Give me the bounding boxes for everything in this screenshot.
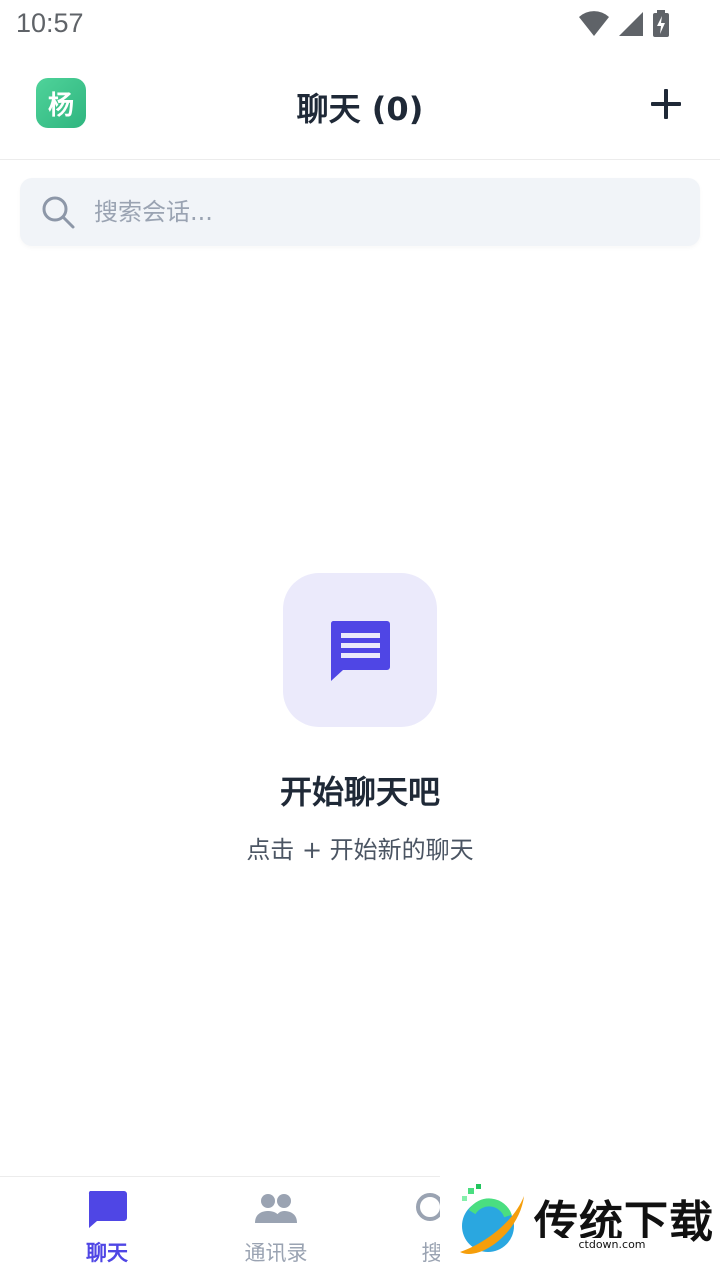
nav-item-contacts[interactable]: 通讯录 [206,1189,346,1267]
page-title: 聊天 (0) [296,90,424,128]
empty-state-title: 开始聊天吧 [279,773,440,811]
search-icon [42,196,75,229]
chat-bubble-icon [330,621,390,681]
nav-label-chat: 聊天 [86,1241,128,1265]
cell-signal-icon [619,12,643,36]
status-icons [578,10,670,38]
search-box[interactable] [20,178,700,246]
battery-charging-icon [653,10,669,37]
wifi-icon [579,11,609,37]
status-bar: 10:57 [0,0,720,52]
nav-label-contacts: 通讯录 [244,1241,308,1265]
chat-icon [88,1191,127,1228]
empty-state-subtitle: 点击 + 开始新的聊天 [246,836,474,864]
status-time: 10:57 [16,8,84,38]
contacts-icon [255,1194,297,1223]
watermark-logo-icon [460,1184,524,1254]
watermark: 传统下载 ctdown.com [440,1176,720,1280]
empty-state-icon-box [283,573,437,727]
plus-icon[interactable] [648,86,684,122]
search-input[interactable] [94,198,654,226]
header: 杨 聊天 (0) [0,52,720,160]
nav-item-chat[interactable]: 聊天 [37,1189,177,1267]
watermark-subtitle: ctdown.com [534,1238,690,1251]
